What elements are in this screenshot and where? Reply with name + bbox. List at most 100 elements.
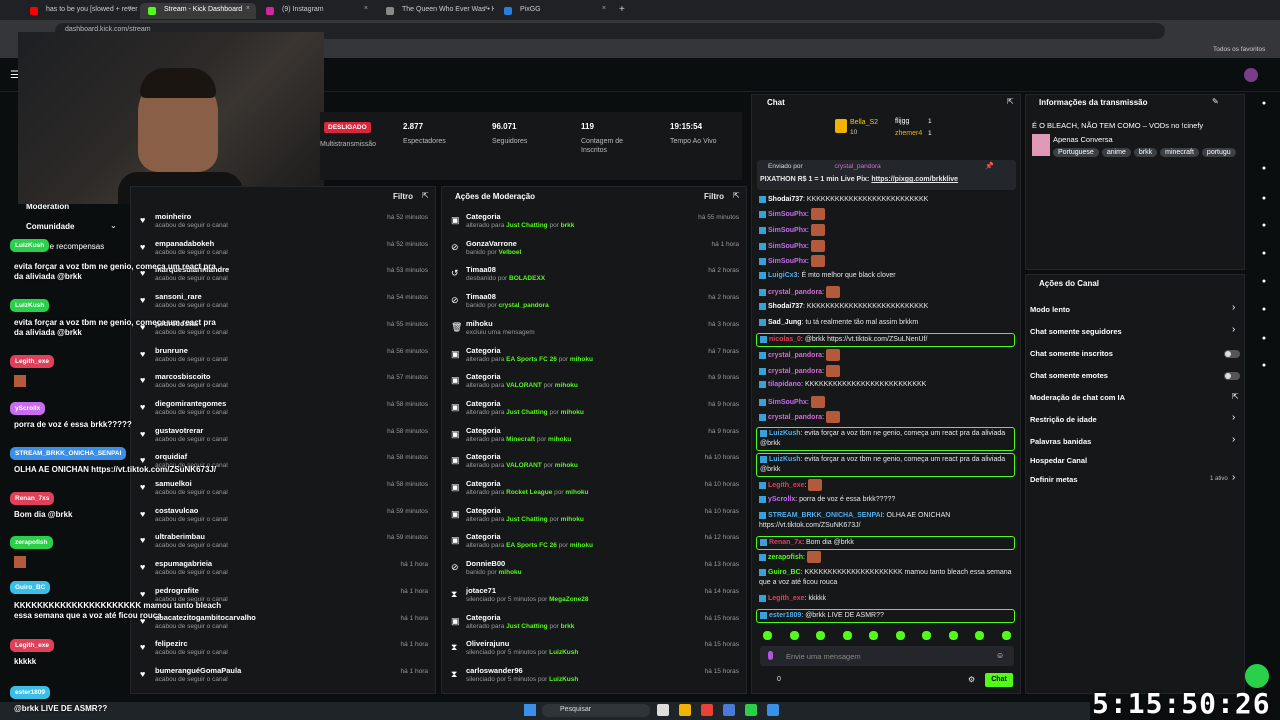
follower-row[interactable]: ♥ moinheiro acabou de seguir o canal há 52 … <box>130 210 436 236</box>
follower-row[interactable]: ♥ empanadabokeh acabou de seguir o canal há… <box>130 237 436 263</box>
mic-icon[interactable] <box>768 651 773 660</box>
moderation-actor[interactable]: crystal_pandora <box>499 302 549 309</box>
popout-icon[interactable]: ⇱ <box>1007 97 1014 106</box>
moderation-actor[interactable]: mihoku <box>555 462 578 469</box>
chat-message[interactable]: crystal_pandora: <box>759 349 1017 361</box>
chat-message[interactable]: LuizKush: evita forçar a voz tbm ne geni… <box>756 427 1015 451</box>
rail-button-icon[interactable]: ● <box>1257 250 1271 264</box>
pinned-link[interactable]: https://pixgg.com/brkklive <box>871 176 958 183</box>
settings-icon[interactable]: ⚙ <box>968 675 975 684</box>
emote-quick-icon[interactable] <box>948 631 958 640</box>
channel-action-8[interactable]: Definir metas <box>1030 475 1078 484</box>
chat-username[interactable]: SimSouPhx <box>768 211 807 218</box>
emote-quick-icon[interactable] <box>763 631 772 640</box>
chat-message[interactable]: SimSouPhx: <box>759 396 1017 408</box>
all-bookmarks-link[interactable]: Todos os favoritos <box>1213 46 1265 53</box>
chat-message[interactable]: SimSouPhx: <box>759 224 1017 236</box>
chat-message[interactable]: Legith_exe: kkkkk <box>759 594 1017 604</box>
moderation-row[interactable]: ⊘ GonzaVarrone banido por Velboel há 1 hora <box>441 237 747 263</box>
follower-row[interactable]: ♥ espumagabrieia acabou de seguir o canal h… <box>130 557 436 583</box>
chat-message[interactable]: Shodai737: KKKKKKKKKKKKKKKKKKKKKKKKKK <box>759 195 1017 205</box>
moderation-category[interactable]: Just Chatting <box>506 623 548 630</box>
moderation-row[interactable]: ▣ Categoria alterado para EA Sports FC 26 … <box>441 344 747 370</box>
stream-tag[interactable]: portugu <box>1201 148 1236 157</box>
chat-username[interactable]: SimSouPhx <box>768 258 807 265</box>
moderation-row[interactable]: ⊘ DonnieB00 banido por mihoku há 13 horas <box>441 557 747 583</box>
chat-username[interactable]: Guiro_BC <box>768 569 801 576</box>
chat-username[interactable]: SimSouPhx <box>768 227 807 234</box>
moderation-actor[interactable]: LuizKush <box>549 649 578 656</box>
rail-button-icon[interactable]: ● <box>1257 278 1271 292</box>
moderation-actor[interactable]: mihoku <box>570 356 593 363</box>
moderation-category[interactable]: Just Chatting <box>506 409 548 416</box>
close-icon[interactable]: × <box>602 5 606 12</box>
send-chat-button[interactable]: Chat <box>985 673 1013 687</box>
chat-message[interactable]: nicolas_0: @brkk https://vt.tiktok.com/Z… <box>756 333 1015 347</box>
moderation-actor[interactable]: mihoku <box>499 569 522 576</box>
moderation-row[interactable]: ▣ Categoria alterado para Just Chatting po… <box>441 611 747 637</box>
moderation-category[interactable]: EA Sports FC 26 <box>506 542 557 549</box>
chat-message[interactable]: zerapofish: <box>759 551 1017 563</box>
chat-message[interactable]: crystal_pandora: <box>759 365 1017 377</box>
emote-quick-icon[interactable] <box>1001 631 1011 640</box>
chat-username[interactable]: crystal_pandora <box>768 289 822 296</box>
chat-message[interactable]: SimSouPhx: <box>759 255 1017 267</box>
taskbar-app-icon[interactable] <box>745 704 757 716</box>
emote-quick-icon[interactable] <box>869 631 878 640</box>
channel-action-5[interactable]: Restrição de idade <box>1030 415 1097 424</box>
rail-button-icon[interactable]: ● <box>1257 306 1271 320</box>
emote-quick-icon[interactable] <box>842 631 852 640</box>
emote-quick-icon[interactable] <box>975 631 984 640</box>
moderation-actor[interactable]: mihoku <box>555 382 578 389</box>
moderation-row[interactable]: 🗑 mihoku excluiu uma mensagem há 3 horas <box>441 317 747 343</box>
channel-action-4[interactable]: Moderação de chat com IA <box>1030 393 1125 402</box>
edit-icon[interactable]: ✎ <box>1212 97 1219 106</box>
chat-message[interactable]: Guiro_BC: KKKKKKKKKKKKKKKKKKKKK mamou ta… <box>759 568 1017 588</box>
chat-username[interactable]: Shodai737 <box>768 303 803 310</box>
moderation-category[interactable]: Rocket League <box>506 489 552 496</box>
chat-username[interactable]: tilapidano <box>768 381 801 388</box>
stream-tag[interactable]: Portuguese <box>1053 148 1099 157</box>
avatar[interactable] <box>1244 68 1258 82</box>
taskbar-app-icon[interactable] <box>767 704 779 716</box>
moderation-filter-button[interactable]: Filtro <box>704 192 724 201</box>
stream-tag[interactable]: minecraft <box>1160 148 1199 157</box>
followers-filter-button[interactable]: Filtro <box>393 192 413 201</box>
moderation-row[interactable]: ↺ Timaa08 desbanido por BOLADEXX há 2 horas <box>441 263 747 289</box>
chat-message[interactable]: crystal_pandora: <box>759 286 1017 298</box>
chat-username[interactable]: yScrollx <box>768 496 795 503</box>
channel-action-6[interactable]: Palavras banidas <box>1030 437 1091 446</box>
chat-message[interactable]: SimSouPhx: <box>759 240 1017 252</box>
moderation-actor[interactable]: MegaZone28 <box>549 596 588 603</box>
moderation-row[interactable]: ▣ Categoria alterado para Just Chatting po… <box>441 210 747 236</box>
chat-username[interactable]: LuigiCx3 <box>768 272 798 279</box>
channel-action-3[interactable]: Chat somente emotes <box>1030 371 1108 380</box>
chat-username[interactable]: Legith_exe <box>768 482 805 489</box>
popout-icon[interactable]: ⇱ <box>422 191 429 200</box>
channel-action-1[interactable]: Chat somente seguidores <box>1030 327 1122 336</box>
channel-action-0[interactable]: Modo lento <box>1030 305 1070 314</box>
moderation-row[interactable]: ⧗ jotace71 silenciado por 5 minutos por Me… <box>441 584 747 610</box>
chevron-right-icon[interactable]: › <box>1232 434 1235 445</box>
moderation-actor[interactable]: BOLADEXX <box>509 275 545 282</box>
chat-username[interactable]: Shodai737 <box>768 196 803 203</box>
chat-username[interactable]: STREAM_BRKK_ONICHA_SENPAI <box>768 512 883 519</box>
chat-message[interactable]: ester1809: @brkk LIVE DE ASMR?? <box>756 609 1015 623</box>
taskbar-app-icon[interactable] <box>679 704 691 716</box>
browser-tab[interactable]: PixGG × <box>496 3 612 19</box>
emote-quick-icon[interactable] <box>895 631 905 640</box>
chevron-down-icon[interactable]: ⌄ <box>110 221 117 230</box>
emote-quick-icon[interactable] <box>922 631 931 640</box>
chat-message[interactable]: LuigiCx3: É mto melhor que black clover <box>759 271 1017 281</box>
moderation-row[interactable]: ▣ Categoria alterado para EA Sports FC 26 … <box>441 530 747 556</box>
chat-username[interactable]: ester1809 <box>769 612 801 619</box>
chat-username[interactable]: zerapofish <box>768 554 803 561</box>
rail-button-icon[interactable]: ● <box>1257 335 1271 349</box>
moderation-row[interactable]: ▣ Categoria alterado para VALORANT por mih… <box>441 450 747 476</box>
moderation-category[interactable]: EA Sports FC 26 <box>506 356 557 363</box>
stream-tag[interactable]: brkk <box>1133 148 1158 157</box>
popout-icon[interactable]: ⇱ <box>733 191 740 200</box>
chat-username[interactable]: SimSouPhx <box>768 243 807 250</box>
moderation-actor[interactable]: mihoku <box>561 409 584 416</box>
taskbar-app-icon[interactable] <box>701 704 713 716</box>
